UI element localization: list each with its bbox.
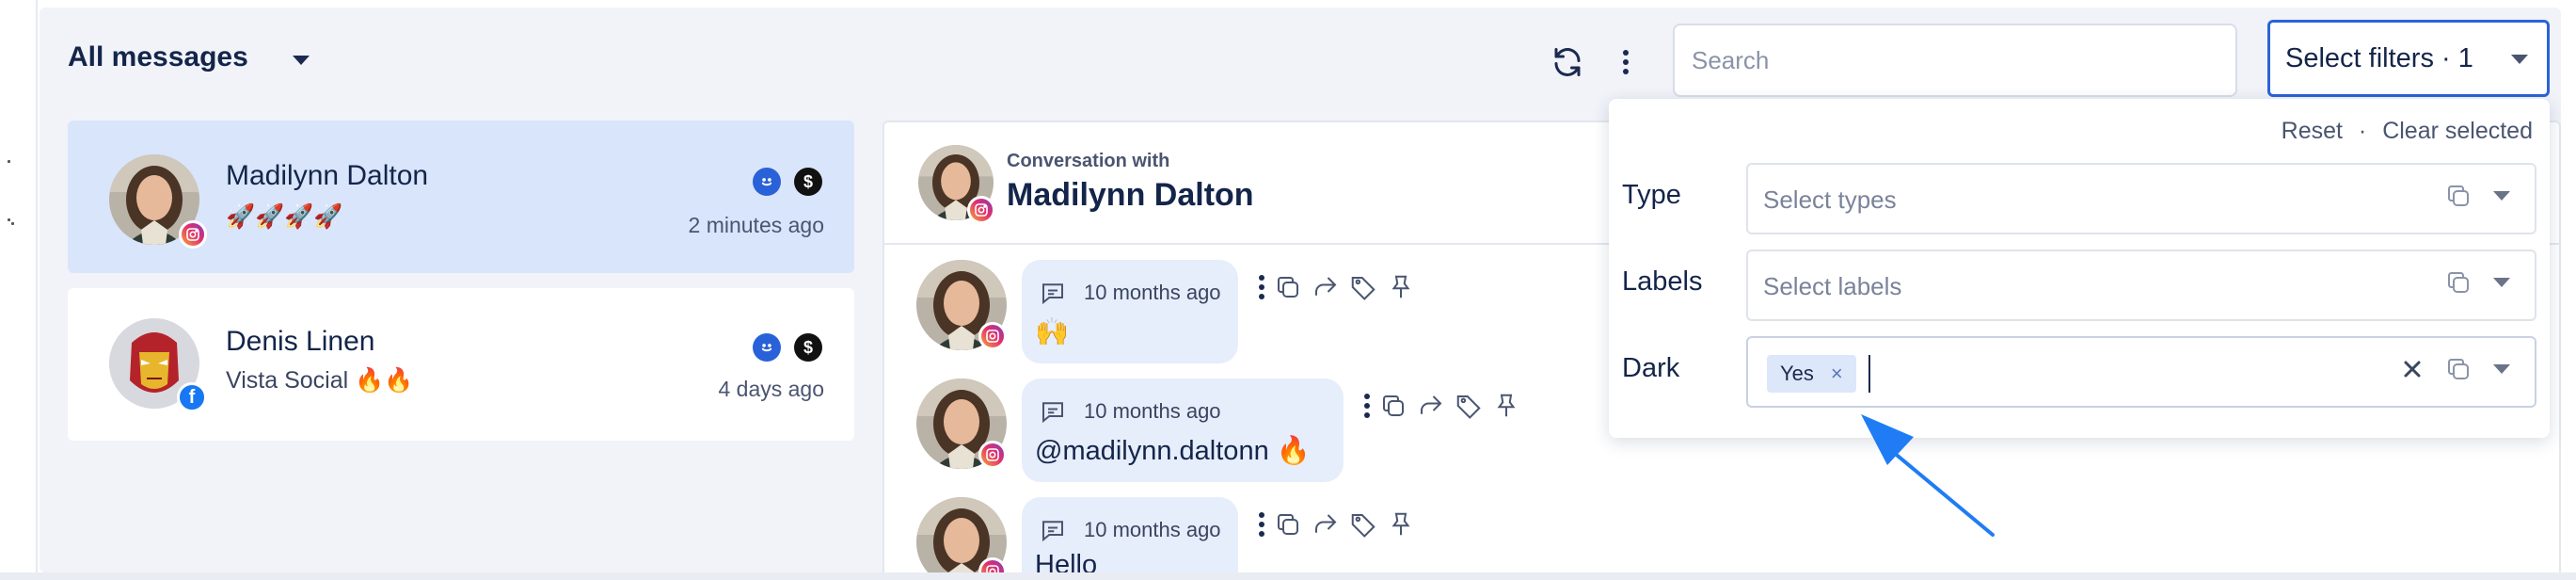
message-actions — [1259, 510, 1415, 539]
instagram-icon — [967, 196, 995, 224]
mailbox-title[interactable]: All messages — [68, 41, 248, 73]
left-rail — [0, 0, 38, 580]
labels-placeholder: Select labels — [1763, 272, 1902, 300]
refresh-icon[interactable] — [1547, 41, 1588, 83]
select-filters-button[interactable]: Select filters · 1 — [2267, 20, 2550, 97]
dollar-icon: $ — [794, 168, 822, 196]
message-bubble[interactable]: 10 months ago Hello — [1022, 497, 1238, 572]
app-root: All messages Select filters · 1 — [0, 0, 2576, 580]
chip-label: Yes — [1780, 362, 1814, 385]
pin-icon[interactable] — [1492, 392, 1520, 420]
facebook-icon: f — [177, 382, 207, 412]
dark-select[interactable]: Yes × — [1746, 336, 2536, 408]
rail-dot — [8, 218, 10, 221]
select-filters-label: Select filters · 1 — [2285, 42, 2473, 73]
type-placeholder: Select types — [1763, 185, 1897, 214]
comment-icon — [1042, 521, 1063, 542]
kebab-icon[interactable] — [1259, 275, 1264, 299]
type-label: Type — [1622, 180, 1681, 210]
kebab-icon[interactable] — [1259, 512, 1264, 537]
copy-icon[interactable] — [2444, 268, 2473, 297]
smile-icon — [753, 333, 781, 362]
thread-contact-name: Madilynn Dalton — [1007, 177, 1254, 213]
contact-name: Denis Linen — [226, 326, 375, 357]
conversation-time: 4 days ago — [718, 377, 824, 401]
message-actions — [1259, 273, 1415, 301]
copy-icon[interactable] — [2444, 182, 2473, 210]
instagram-icon — [978, 322, 1007, 350]
clear-selected-link[interactable]: Clear selected — [2382, 118, 2533, 145]
search-field[interactable] — [1673, 24, 2237, 97]
chevron-down-icon[interactable] — [2493, 191, 2510, 201]
more-options-icon[interactable] — [1614, 41, 1637, 83]
tag-icon[interactable] — [1349, 273, 1377, 301]
contact-name: Madilynn Dalton — [226, 160, 429, 191]
dollar-icon: $ — [794, 333, 822, 362]
message-text: Hello — [1035, 550, 1098, 572]
message-text: 🙌 — [1035, 317, 1070, 347]
copy-icon[interactable] — [2444, 355, 2473, 383]
tag-icon[interactable] — [1455, 392, 1483, 420]
filter-dropdown: Reset · Clear selected Type Select types… — [1609, 99, 2550, 438]
dark-label: Dark — [1622, 353, 1680, 383]
message-preview: 🚀🚀🚀🚀 — [226, 203, 343, 230]
message-bubble[interactable]: 10 months ago @madilynn.daltonn 🔥 — [1022, 379, 1344, 482]
copy-icon[interactable] — [1379, 392, 1407, 420]
bottom-strip — [0, 572, 2576, 580]
chevron-down-icon[interactable] — [2493, 364, 2510, 374]
instagram-icon — [179, 220, 207, 249]
conversation-time: 2 minutes ago — [688, 213, 824, 237]
labels-select[interactable]: Select labels — [1746, 250, 2536, 321]
smile-icon — [753, 168, 781, 196]
copy-icon[interactable] — [1274, 510, 1302, 539]
conversation-item[interactable]: Madilynn Dalton 🚀🚀🚀🚀 $ 2 minutes ago — [68, 121, 854, 273]
chevron-down-icon[interactable] — [2493, 278, 2510, 287]
share-icon[interactable] — [1417, 392, 1445, 420]
message-preview: Vista Social 🔥🔥 — [226, 367, 414, 394]
clear-x-icon[interactable] — [2401, 358, 2424, 380]
separator: · — [2358, 118, 2367, 144]
chip-remove-icon[interactable]: × — [1831, 362, 1843, 386]
reset-link[interactable]: Reset — [2282, 118, 2343, 145]
chevron-down-icon — [2511, 55, 2528, 64]
pin-icon[interactable] — [1387, 273, 1415, 301]
message-text: @madilynn.daltonn 🔥 — [1035, 436, 1311, 466]
search-input[interactable] — [1692, 45, 2218, 75]
rail-dot — [8, 160, 10, 163]
comment-icon — [1042, 402, 1063, 424]
tag-icon[interactable] — [1349, 510, 1377, 539]
message-time: 10 months ago — [1084, 281, 1221, 304]
selected-chip: Yes × — [1767, 355, 1856, 393]
instagram-icon — [978, 441, 1007, 469]
filter-actions: Reset · Clear selected — [2282, 118, 2533, 145]
text-cursor — [1868, 355, 1870, 393]
rail-dot — [11, 222, 14, 225]
share-icon[interactable] — [1312, 510, 1340, 539]
labels-label: Labels — [1622, 266, 1703, 297]
share-icon[interactable] — [1312, 273, 1340, 301]
kebab-icon[interactable] — [1364, 394, 1370, 418]
chevron-down-icon[interactable] — [293, 56, 310, 65]
message-actions — [1364, 392, 1520, 420]
message-bubble[interactable]: 10 months ago 🙌 — [1022, 260, 1238, 363]
message-time: 10 months ago — [1084, 518, 1221, 541]
type-select[interactable]: Select types — [1746, 163, 2536, 234]
message-time: 10 months ago — [1084, 399, 1221, 423]
copy-icon[interactable] — [1274, 273, 1302, 301]
conversation-item[interactable]: f Denis Linen Vista Social 🔥🔥 $ 4 days a… — [68, 288, 854, 441]
thread-subtitle: Conversation with — [1007, 151, 1170, 171]
pin-icon[interactable] — [1387, 510, 1415, 539]
comment-icon — [1042, 283, 1063, 305]
